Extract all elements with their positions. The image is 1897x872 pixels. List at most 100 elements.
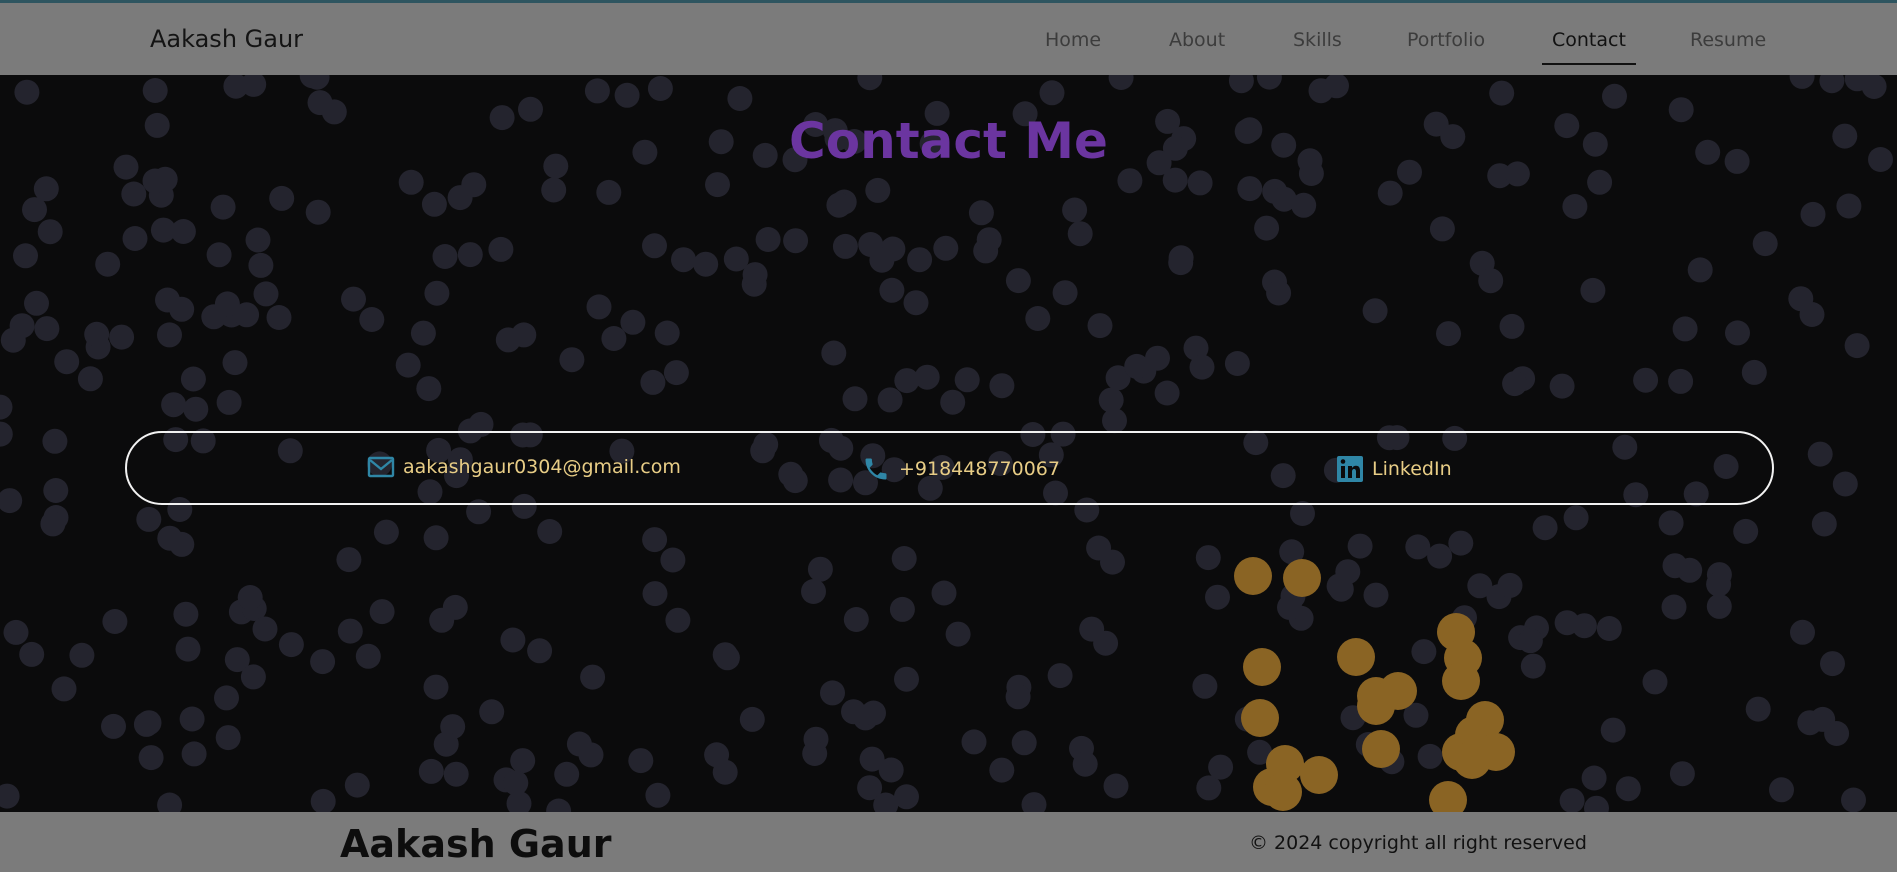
particle-dot bbox=[1662, 553, 1688, 579]
particle-dot bbox=[527, 638, 553, 664]
nav-contact[interactable]: Contact bbox=[1542, 29, 1636, 65]
particle-dot bbox=[933, 235, 959, 261]
particle-dot bbox=[1072, 751, 1098, 777]
email-label: aakashgaur0304@gmail.com bbox=[403, 456, 681, 478]
particle-dot bbox=[1596, 616, 1622, 641]
accent-particle-dot bbox=[1243, 648, 1281, 686]
particle-dot bbox=[1861, 74, 1887, 99]
particle-dot bbox=[1427, 543, 1453, 569]
particle-dot bbox=[77, 366, 103, 392]
particle-dot bbox=[3, 619, 29, 645]
particle-dot bbox=[954, 367, 980, 393]
particle-dot bbox=[1811, 511, 1837, 537]
particle-dot bbox=[614, 82, 640, 108]
particle-dot bbox=[931, 580, 957, 606]
particle-dot bbox=[976, 227, 1002, 253]
particle-dot bbox=[914, 364, 940, 390]
particle-dot bbox=[14, 79, 40, 105]
particle-dot bbox=[1725, 320, 1750, 346]
particle-dot bbox=[1672, 316, 1698, 342]
particle-dot bbox=[1025, 306, 1051, 331]
brand-name[interactable]: Aakash Gaur bbox=[150, 25, 303, 53]
particle-dot bbox=[1502, 371, 1528, 397]
particle-dot bbox=[488, 236, 514, 262]
particle-dot bbox=[1195, 545, 1221, 571]
particle-dot bbox=[1067, 221, 1093, 247]
particle-dot bbox=[1563, 505, 1589, 531]
linkedin-link[interactable]: LinkedIn bbox=[1336, 455, 1452, 483]
nav-about[interactable]: About bbox=[1169, 29, 1225, 51]
particle-dot bbox=[0, 421, 13, 447]
particle-dot bbox=[424, 280, 450, 306]
particle-dot bbox=[479, 699, 505, 725]
particle-dot bbox=[206, 242, 232, 268]
particle-dot bbox=[1497, 572, 1523, 598]
particle-dot bbox=[1224, 351, 1250, 376]
particle-dot bbox=[310, 788, 336, 814]
particle-dot bbox=[1499, 313, 1525, 339]
particle-dot bbox=[395, 352, 421, 378]
particle-dot bbox=[1011, 730, 1037, 756]
particle-dot bbox=[157, 322, 182, 348]
particle-dot bbox=[433, 731, 459, 757]
accent-particle-dot bbox=[1264, 773, 1302, 811]
particle-dot bbox=[373, 519, 399, 545]
particle-dot bbox=[1291, 192, 1317, 218]
particle-dot bbox=[240, 664, 266, 690]
particle-dot bbox=[51, 676, 77, 702]
particle-dot bbox=[889, 596, 915, 622]
nav-skills[interactable]: Skills bbox=[1293, 29, 1342, 51]
particle-dot bbox=[1580, 277, 1606, 303]
particle-dot bbox=[1429, 216, 1455, 242]
particle-dot bbox=[359, 307, 385, 332]
particle-dot bbox=[179, 706, 205, 732]
nav-portfolio[interactable]: Portfolio bbox=[1407, 29, 1485, 51]
particle-dot bbox=[704, 742, 730, 768]
particle-dot bbox=[1335, 559, 1361, 585]
particle-dot bbox=[34, 316, 60, 342]
accent-particle-dot bbox=[1283, 559, 1321, 597]
particle-dot bbox=[1836, 193, 1862, 219]
particle-dot bbox=[541, 177, 567, 203]
particle-dot bbox=[1062, 197, 1088, 223]
particle-dot bbox=[237, 585, 263, 610]
particle-dot bbox=[398, 169, 424, 195]
particle-dot bbox=[1549, 373, 1575, 399]
particle-dot bbox=[1706, 593, 1732, 619]
particle-dot bbox=[1602, 83, 1627, 109]
phone-link[interactable]: +918448770067 bbox=[861, 455, 1060, 483]
particle-dot bbox=[423, 525, 449, 551]
particle-dot bbox=[940, 389, 966, 415]
particle-dot bbox=[1436, 321, 1461, 347]
particle-dot bbox=[654, 320, 680, 346]
particle-dot bbox=[1086, 535, 1112, 561]
particle-dot bbox=[826, 192, 852, 218]
particle-dot bbox=[1205, 584, 1230, 610]
email-link[interactable]: aakashgaur0304@gmail.com bbox=[367, 455, 681, 479]
particle-dot bbox=[894, 784, 919, 810]
particle-dot bbox=[1844, 333, 1870, 359]
particle-dot bbox=[0, 488, 23, 514]
nav-home[interactable]: Home bbox=[1045, 29, 1101, 51]
particle-dot bbox=[40, 511, 66, 537]
particle-dot bbox=[1154, 380, 1180, 406]
particle-dot bbox=[1633, 367, 1659, 393]
phone-label: +918448770067 bbox=[899, 458, 1060, 480]
particle-dot bbox=[223, 73, 249, 99]
particle-dot bbox=[133, 711, 159, 737]
nav-resume[interactable]: Resume bbox=[1690, 29, 1766, 51]
particle-dot bbox=[1797, 710, 1823, 736]
particle-dot bbox=[410, 320, 436, 346]
particle-dot bbox=[1187, 170, 1213, 196]
particle-dot bbox=[0, 394, 13, 420]
particle-dot bbox=[1308, 78, 1334, 104]
particle-dot bbox=[443, 761, 469, 787]
particle-dot bbox=[136, 506, 162, 532]
particle-dot bbox=[1532, 515, 1558, 541]
particle-dot bbox=[423, 674, 449, 700]
particle-dot bbox=[1467, 573, 1493, 599]
particle-dot bbox=[861, 700, 886, 726]
particle-dot bbox=[640, 369, 666, 395]
particle-dot bbox=[121, 181, 147, 207]
particle-dot bbox=[1562, 194, 1588, 219]
